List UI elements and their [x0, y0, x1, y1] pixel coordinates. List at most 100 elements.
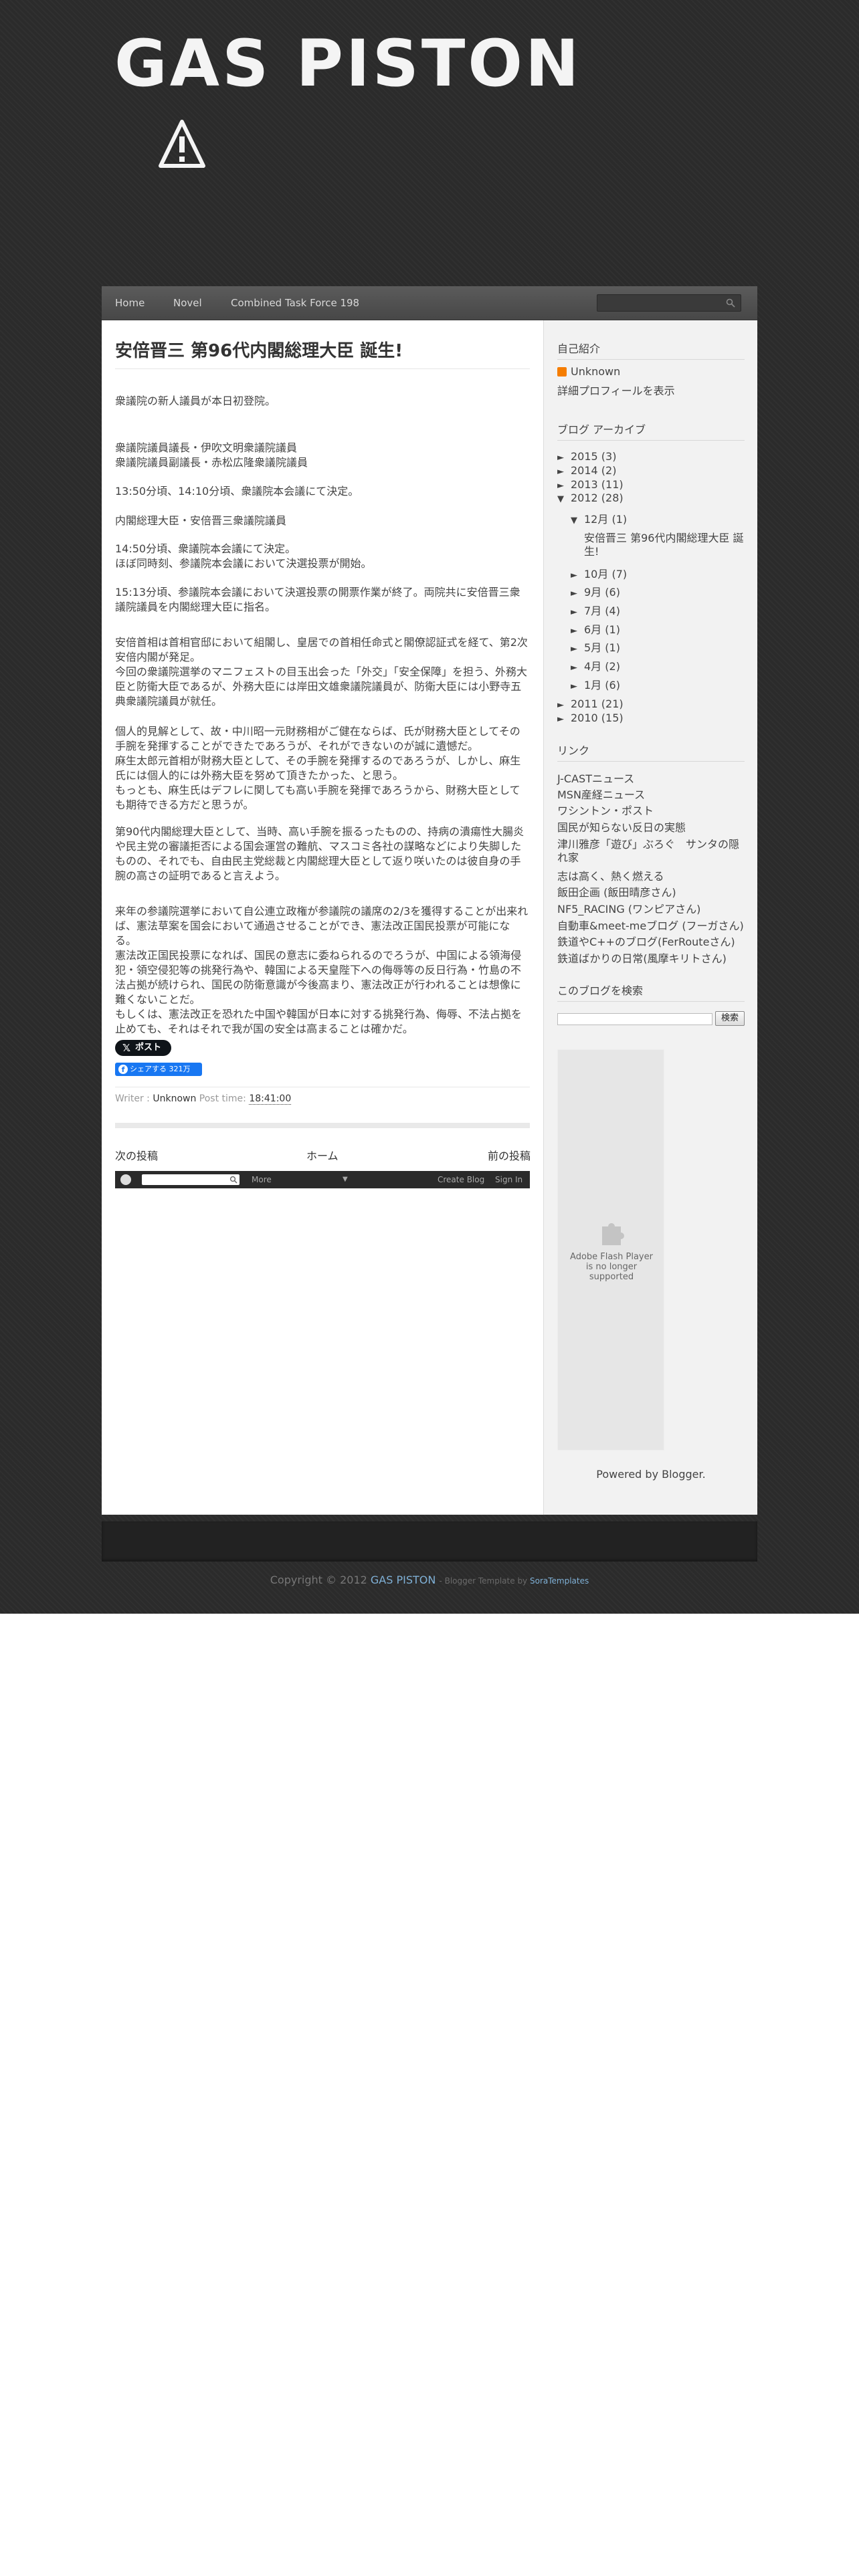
archive-item-2012-07[interactable]: ► 7月 (4) [571, 605, 620, 619]
writer-name[interactable]: Unknown [153, 1093, 196, 1104]
content-area: 安倍晋三 第96代内閣総理大臣 誕生! 衆議院の新人議員が本日初登院。 衆議院議… [102, 320, 757, 1515]
writer-label: Writer : [115, 1093, 150, 1104]
tweet-label: ポスト [135, 1043, 162, 1053]
blog-search-input[interactable] [557, 1013, 712, 1025]
post-time[interactable]: 18:41:00 [249, 1093, 292, 1105]
expand-arrow-icon[interactable]: ► [557, 699, 571, 712]
link-item[interactable]: 津川雅彦「遊び」ぶろぐ サンタの隠れ家 [557, 838, 745, 865]
archive-item-2012-01[interactable]: ► 1月 (6) [571, 679, 620, 693]
link-item[interactable]: J-CASTニュース [557, 772, 634, 786]
collapse-arrow-icon[interactable]: ▼ [557, 493, 571, 506]
powered-by-blogger[interactable]: Powered by Blogger. [544, 1468, 758, 1481]
expand-arrow-icon[interactable]: ► [557, 479, 571, 493]
expand-arrow-icon[interactable]: ► [571, 680, 584, 693]
heading-divider [557, 761, 745, 762]
nav-search-box [597, 294, 741, 312]
chevron-down-icon[interactable]: ▼ [343, 1171, 348, 1188]
post-time-label: Post time: [199, 1093, 246, 1104]
link-item[interactable]: MSN産経ニュース [557, 788, 645, 802]
blog-search-button[interactable]: 検索 [715, 1011, 745, 1026]
archive-item-2012-09[interactable]: ► 9月 (6) [571, 586, 620, 601]
newer-post-link[interactable]: 次の投稿 [115, 1147, 158, 1163]
link-item[interactable]: NF5_RACING (ワンピアさん) [557, 903, 700, 916]
nav-search-input[interactable] [601, 297, 718, 310]
post-paragraph: 安倍首相は首相官邸において組閣し、皇居での首相任命式と閣僚認証式を経て、第2次安… [115, 636, 528, 708]
blog-search-heading: このブログを検索 [557, 984, 644, 997]
profile-name-link[interactable]: Unknown [571, 365, 620, 379]
post-paragraph: 第90代内閣総理大臣として、当時、高い手腕を振るったものの、持病の潰瘍性大腸炎や… [115, 825, 524, 882]
post-paragraph: 15:13分頃、参議院本会議において決選投票の開票作業が終了。両院共に安倍晋三衆… [115, 586, 520, 613]
search-icon[interactable] [726, 298, 735, 308]
post-title[interactable]: 安倍晋三 第96代内閣総理大臣 誕生! [115, 339, 530, 363]
copyright: Copyright © 2012 GAS PISTON - Blogger Te… [0, 1573, 859, 1588]
link-item[interactable]: 飯田企画 (飯田晴彦さん) [557, 886, 676, 899]
home-link[interactable]: ホーム [306, 1147, 339, 1163]
facebook-share-label: シェアする 321万 [130, 1065, 191, 1073]
blogger-more-menu[interactable]: More [252, 1171, 272, 1188]
facebook-share-button[interactable]: f シェアする 321万 [115, 1063, 202, 1076]
sign-in-link[interactable]: Sign In [495, 1171, 522, 1188]
nav-home[interactable]: Home [115, 286, 145, 320]
blogger-profile-icon [557, 367, 567, 377]
navigation-bar: Home Novel Combined Task Force 198 [102, 286, 757, 320]
tweet-button[interactable]: 𝕏 ポスト [115, 1040, 171, 1056]
expand-arrow-icon[interactable]: ► [571, 643, 584, 656]
link-item[interactable]: 自動車&meet-meブログ (フーガさん) [557, 920, 744, 933]
sidebar: 自己紹介 Unknown 詳細プロフィールを表示 ブログ アーカイブ ► 2015… [543, 320, 757, 1515]
expand-arrow-icon[interactable]: ► [571, 587, 584, 601]
footer-bar [102, 1521, 757, 1562]
collapse-arrow-icon[interactable]: ▼ [571, 514, 584, 528]
search-icon[interactable] [229, 1176, 237, 1184]
blogger-search-input[interactable] [142, 1174, 240, 1185]
link-item[interactable]: 国民が知らない反日の実態 [557, 821, 686, 835]
archive-item-2012[interactable]: ▼ 2012 (28) [557, 492, 624, 506]
heading-divider [557, 359, 745, 360]
link-item[interactable]: 志は高く、熱く燃える [557, 870, 664, 883]
older-post-link[interactable]: 前の投稿 [488, 1147, 531, 1163]
link-item[interactable]: 鉄道ばかりの日常(風摩キリトさん) [557, 952, 727, 966]
archive-item-2010[interactable]: ► 2010 (15) [557, 712, 624, 726]
link-item[interactable]: 鉄道やC++のブログ(FerRouteさん) [557, 936, 735, 949]
expand-arrow-icon[interactable]: ► [557, 713, 571, 726]
archive-item-2012-05[interactable]: ► 5月 (1) [571, 641, 620, 656]
blog-title[interactable]: GAS PISTON [114, 27, 581, 100]
archive-item-2012-10[interactable]: ► 10月 (7) [571, 568, 627, 582]
post-paragraph: 内閣総理大臣・安倍晋三衆議院議員 [115, 514, 287, 527]
flash-unsupported-text: Adobe Flash Player is no longer supporte… [570, 1252, 653, 1282]
archive-post-link[interactable]: 安倍晋三 第96代内閣総理大臣 誕生! [584, 532, 745, 558]
heading-divider [557, 1001, 745, 1002]
nav-combined-task-force[interactable]: Combined Task Force 198 [231, 286, 359, 320]
title-divider [115, 368, 530, 369]
copyright-text: Copyright © 2012 [270, 1574, 367, 1586]
archive-heading: ブログ アーカイブ [557, 423, 646, 436]
profile-detail-link[interactable]: 詳細プロフィールを表示 [557, 385, 675, 398]
nav-novel[interactable]: Novel [173, 286, 202, 320]
footer-blog-link[interactable]: GAS PISTON [371, 1574, 436, 1586]
archive-item-2012-04[interactable]: ► 4月 (2) [571, 660, 620, 675]
archive-item-2013[interactable]: ► 2013 (11) [557, 478, 624, 493]
post-paragraph: 衆議院の新人議員が本日初登院。 [115, 395, 276, 407]
section-divider [115, 1123, 530, 1128]
archive-item-2011[interactable]: ► 2011 (21) [557, 697, 624, 712]
template-author-link[interactable]: SoraTemplates [530, 1576, 589, 1586]
expand-arrow-icon[interactable]: ► [571, 625, 584, 638]
post-meta: Writer : Unknown Post time: 18:41:00 [115, 1091, 530, 1107]
heading-divider [557, 440, 745, 441]
post-paragraph: 14:50分頃、衆議院本会議にて決定。 ほぼ同時刻、参議院本会議において決選投票… [115, 542, 372, 570]
profile-heading: 自己紹介 [557, 342, 601, 355]
expand-arrow-icon[interactable]: ► [571, 606, 584, 619]
archive-item-2014[interactable]: ► 2014 (2) [557, 464, 616, 479]
blogger-navbar: More ▼ Create Blog Sign In [115, 1171, 530, 1188]
link-item[interactable]: ワシントン・ポスト [557, 804, 654, 818]
blogger-logo-icon[interactable] [120, 1174, 131, 1185]
expand-arrow-icon[interactable]: ► [557, 465, 571, 479]
template-credit: - Blogger Template by SoraTemplates [439, 1576, 589, 1586]
archive-item-2012-12[interactable]: ▼ 12月 (1) [571, 513, 627, 528]
expand-arrow-icon[interactable]: ► [557, 451, 571, 465]
post-paragraph: 個人的見解として、故・中川昭一元財務相がご健在ならば、氏が財務大臣としてその手腕… [115, 725, 521, 811]
expand-arrow-icon[interactable]: ► [571, 569, 584, 582]
archive-item-2012-06[interactable]: ► 6月 (1) [571, 623, 620, 638]
archive-item-2015[interactable]: ► 2015 (3) [557, 450, 616, 465]
create-blog-link[interactable]: Create Blog [438, 1171, 484, 1188]
expand-arrow-icon[interactable]: ► [571, 661, 584, 675]
